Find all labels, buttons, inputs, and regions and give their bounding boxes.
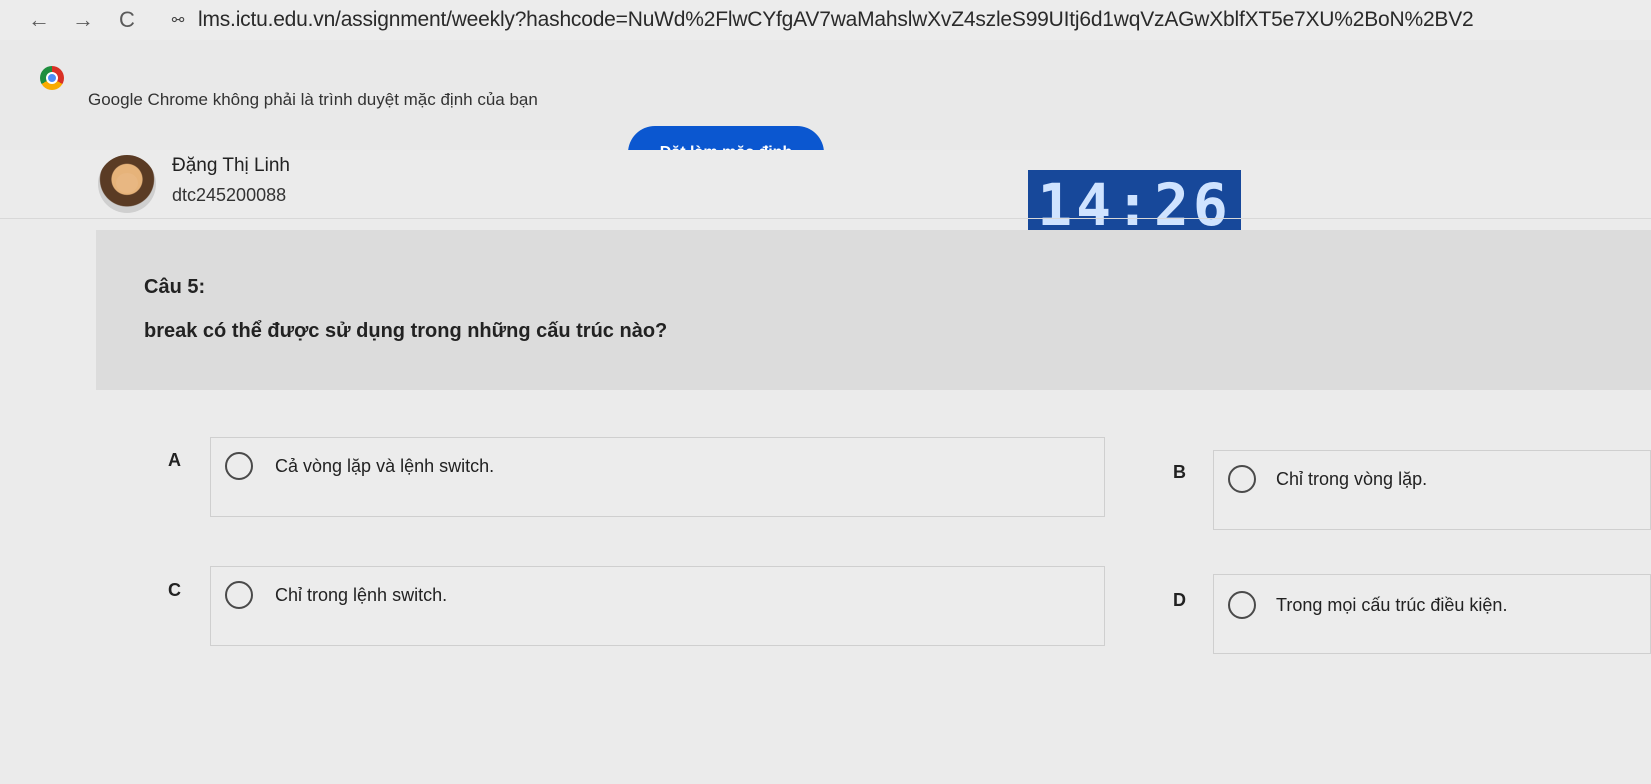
radio-b[interactable]: [1228, 465, 1256, 493]
user-name: Đặng Thị Linh: [172, 155, 290, 176]
question-panel: Câu 5: break có thể được sử dụng trong n…: [96, 230, 1651, 390]
radio-d[interactable]: [1228, 591, 1256, 619]
infobar-message: Google Chrome không phải là trình duyệt …: [88, 90, 538, 109]
back-arrow-icon[interactable]: ←: [24, 5, 54, 35]
question-text: break có thể được sử dụng trong những cấ…: [144, 320, 668, 342]
answer-letter-c: C: [168, 580, 181, 600]
question-number: Câu 5:: [144, 276, 206, 298]
answer-letter-d: D: [1173, 590, 1186, 610]
default-browser-infobar: Google Chrome không phải là trình duyệt …: [0, 40, 1651, 180]
avatar-face-icon: [116, 173, 138, 193]
answer-letter-b: B: [1173, 462, 1186, 482]
answer-option-d[interactable]: Trong mọi cấu trúc điều kiện.: [1213, 574, 1651, 654]
answer-option-b[interactable]: Chỉ trong vòng lặp.: [1213, 450, 1651, 530]
avatar: [98, 155, 156, 213]
reload-icon[interactable]: C: [112, 5, 142, 35]
forward-arrow-icon[interactable]: →: [68, 5, 98, 35]
answer-text-b: Chỉ trong vòng lặp.: [1276, 469, 1428, 489]
assignment-page: Đặng Thị Linh dtc245200088 14:26 Câu 5: …: [0, 150, 1651, 784]
site-settings-icon[interactable]: ⚯: [164, 6, 192, 34]
answer-option-c[interactable]: Chỉ trong lệnh switch.: [210, 566, 1105, 646]
answer-option-a[interactable]: Cả vòng lặp và lệnh switch.: [210, 437, 1105, 517]
radio-a[interactable]: [225, 452, 253, 480]
address-bar[interactable]: lms.ictu.edu.vn/assignment/weekly?hashco…: [198, 8, 1618, 32]
header-divider: [0, 218, 1651, 219]
answer-text-c: Chỉ trong lệnh switch.: [275, 585, 448, 605]
browser-toolbar: ← → C ⚯ lms.ictu.edu.vn/assignment/weekl…: [0, 0, 1651, 41]
answer-letter-a: A: [168, 450, 181, 470]
answer-text-d: Trong mọi cấu trúc điều kiện.: [1276, 595, 1508, 615]
user-id: dtc245200088: [172, 185, 287, 205]
chrome-logo-icon: [40, 66, 64, 90]
radio-c[interactable]: [225, 581, 253, 609]
answer-text-a: Cả vòng lặp và lệnh switch.: [275, 456, 495, 476]
timer-digits: 14:26: [1037, 171, 1232, 239]
